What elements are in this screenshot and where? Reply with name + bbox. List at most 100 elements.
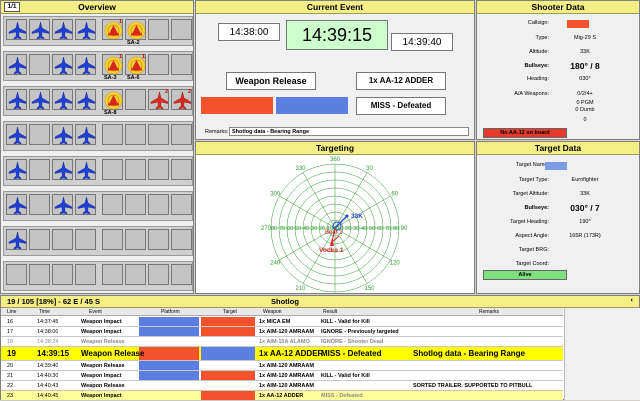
blue-jet-cell[interactable]	[52, 54, 73, 75]
blue-jet-cell[interactable]	[6, 19, 27, 40]
shotlog-title: Shotlog	[271, 297, 299, 306]
table-row[interactable]: 18 14:38:24 Weapon Release 1x AIM-10A ALAMO…	[1, 337, 563, 347]
target-dot	[345, 214, 349, 218]
empty-slot	[148, 264, 169, 285]
empty-slot	[125, 159, 146, 180]
target-data-header: Target Data	[477, 142, 639, 155]
previous-event-time[interactable]: 14:38:00	[218, 23, 280, 41]
bearing-label: 330	[295, 166, 306, 172]
shooter-altitude: 33K	[580, 49, 590, 55]
table-row[interactable]: 19 14:39:15 Weapon Release 1x AA-12 ADDER MI…	[1, 347, 563, 361]
next-event-time[interactable]: 14:39:40	[391, 33, 453, 51]
remarks-field[interactable]: Shotlog data - Bearing Range	[229, 127, 469, 136]
cell-label: SA-3	[104, 75, 117, 81]
column-header[interactable]: Platform	[161, 309, 180, 315]
heading-label: Heading:	[526, 76, 549, 82]
blue-jet-cell[interactable]	[75, 124, 96, 145]
table-row[interactable]: 16 14:37:45 Weapon Impact 1x MICA EM KILL - …	[1, 317, 563, 327]
target-color-cell	[201, 327, 255, 336]
blue-jet-cell[interactable]	[6, 124, 27, 145]
empty-slot	[148, 229, 169, 250]
red-jet-cell[interactable]: 2	[171, 89, 192, 110]
sam-site-cell[interactable]: 1	[125, 54, 146, 75]
bearing-spoke	[334, 227, 368, 284]
blue-jet-cell[interactable]	[6, 89, 27, 110]
blue-jet-cell[interactable]	[75, 194, 96, 215]
event-result: MISS - Defeated	[356, 97, 446, 115]
blue-jet-cell[interactable]	[6, 194, 27, 215]
table-row[interactable]: 20 14:39:40 Weapon Release 1x AIM-120 AMRAA…	[1, 361, 563, 371]
empty-slot	[75, 229, 96, 250]
blue-jet-cell[interactable]	[29, 19, 50, 40]
sam-site-cell[interactable]	[102, 89, 123, 110]
column-header[interactable]: Target	[223, 309, 237, 315]
cell-line: 23	[7, 392, 14, 399]
column-header[interactable]: Time	[39, 309, 50, 315]
blue-jet-cell[interactable]	[52, 159, 73, 180]
column-header[interactable]: Weapon	[263, 309, 282, 315]
sam-site-cell[interactable]: 1	[102, 19, 123, 40]
blue-jet-cell[interactable]	[6, 229, 27, 250]
shotlog-scrollbar[interactable]	[564, 308, 640, 400]
sam-site-cell[interactable]	[125, 19, 146, 40]
blue-jet-cell[interactable]	[6, 54, 27, 75]
bearing-spoke	[302, 172, 336, 229]
empty-slot	[102, 264, 123, 285]
cell-result: IGNORE - Shooter Dead	[321, 338, 384, 345]
cell-weapon: 1x AIM-120 AMRAAM	[259, 328, 314, 335]
red-jet-cell[interactable]: 2	[148, 89, 169, 110]
platform-color-cell	[139, 327, 199, 336]
aspect-angle-label: Aspect Angle:	[515, 233, 549, 239]
contact-label: Bear 2	[325, 230, 343, 236]
blue-jet-cell[interactable]	[75, 54, 96, 75]
target-coord-row: Target Coord:	[477, 260, 639, 270]
column-header[interactable]: Remarks	[479, 309, 499, 315]
cell-line: 20	[7, 362, 14, 369]
blue-jet-cell[interactable]	[6, 159, 27, 180]
blue-jet-cell[interactable]	[29, 89, 50, 110]
blue-jet-icon	[8, 231, 27, 250]
column-header[interactable]: Result	[323, 309, 337, 315]
bearing-label: 210	[295, 286, 306, 292]
cell-count: 2	[164, 89, 168, 95]
target-heading: 190°	[579, 219, 591, 225]
range-label: 50	[369, 226, 375, 232]
bearing-label: 300	[270, 192, 281, 198]
empty-slot	[29, 264, 50, 285]
targeting-radar[interactable]: 3603060901201501802102402703003301010202…	[196, 156, 474, 294]
blue-jet-cell[interactable]	[52, 124, 73, 145]
collapse-icon[interactable]: ‹	[631, 297, 633, 304]
blue-jet-cell[interactable]	[52, 19, 73, 40]
bearing-label: 150	[364, 286, 375, 292]
blue-jet-cell[interactable]	[75, 159, 96, 180]
range-label: 80	[271, 226, 277, 232]
overview-panel: 1/1 Overview 1 SA-2 1 SA-3 1 SA-6 SA-8 2 2	[0, 0, 194, 294]
blue-jet-cell[interactable]	[52, 194, 73, 215]
blue-jet-icon	[77, 161, 96, 180]
target-color-bar	[276, 97, 348, 114]
target-type-label: Target Type:	[518, 177, 549, 183]
column-header[interactable]: Line	[7, 309, 16, 315]
empty-slot	[29, 159, 50, 180]
shotlog-column-headers: Line Time Event Platform Target Weapon Result R…	[1, 308, 563, 316]
empty-slot	[125, 124, 146, 145]
blue-jet-cell[interactable]	[75, 89, 96, 110]
page-indicator[interactable]: 1/1	[4, 2, 20, 12]
shooter-bullseye-row: Bullseye: 180° / 8	[477, 61, 639, 72]
blue-jet-cell[interactable]	[52, 89, 73, 110]
column-header[interactable]: Event	[89, 309, 102, 315]
table-row[interactable]: 22 14:40:43 Weapon Release 1x AIM-120 AMRAA…	[1, 381, 563, 391]
empty-slot	[6, 264, 27, 285]
target-color-cell	[201, 317, 255, 326]
blue-jet-icon	[8, 91, 27, 110]
sam-site-cell[interactable]: 1	[102, 54, 123, 75]
blue-jet-icon	[54, 126, 73, 145]
table-row[interactable]: 17 14:38:00 Weapon Impact 1x AIM-120 AMRAAM…	[1, 327, 563, 337]
cell-count: 1	[118, 19, 122, 25]
target-heading-row: Target Heading: 190°	[477, 218, 639, 228]
blue-jet-icon	[8, 21, 27, 40]
target-coord-label: Target Coord:	[515, 261, 549, 267]
blue-jet-cell[interactable]	[75, 19, 96, 40]
empty-slot	[171, 159, 192, 180]
table-row[interactable]: 21 14:40:30 Weapon Impact 1x AIM-120 AMRAAM…	[1, 371, 563, 381]
